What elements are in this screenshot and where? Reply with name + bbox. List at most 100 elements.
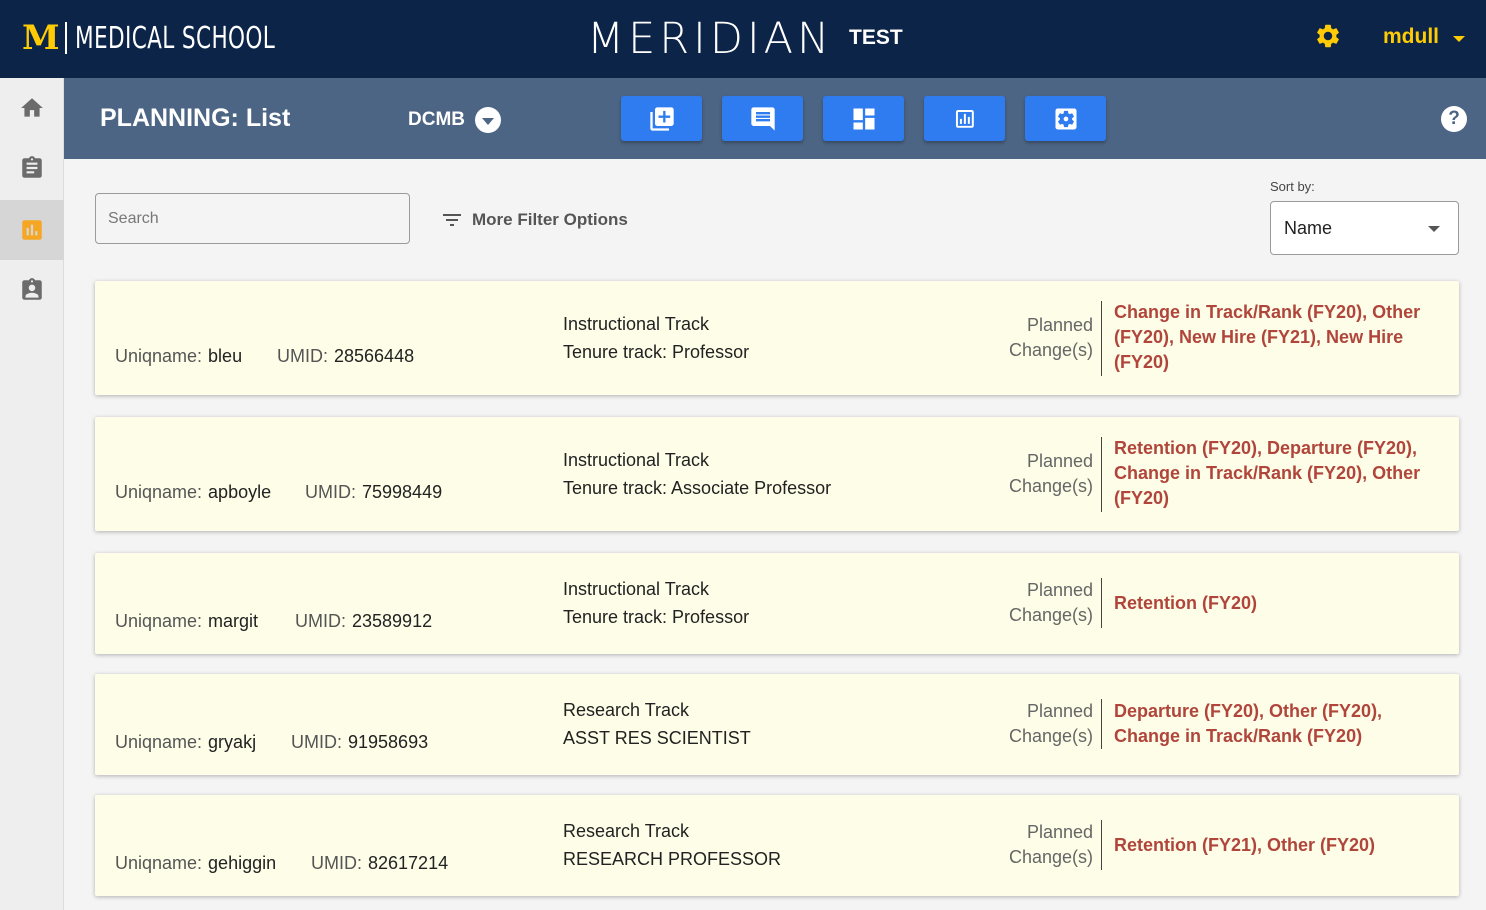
planned-text: Planned xyxy=(1026,580,1093,600)
umid-value: 23589912 xyxy=(352,611,433,631)
track-name: Instructional Track xyxy=(563,450,710,470)
uniqname-field: Uniqname: gryakj xyxy=(115,732,256,753)
add-box-icon xyxy=(649,106,674,131)
planned-changes-label: Planned Change(s) xyxy=(1009,449,1093,499)
sidebar-item-home[interactable] xyxy=(0,78,64,138)
track-name: Instructional Track xyxy=(563,314,710,334)
app-name: MERIDIAN xyxy=(587,14,834,64)
umid-label: UMID: xyxy=(291,732,342,752)
dashboard-icon xyxy=(853,108,874,129)
umid-value: 28566448 xyxy=(334,346,415,366)
divider xyxy=(1101,437,1102,512)
track-info: Instructional Track Tenure track: Profess… xyxy=(563,575,749,631)
settings-box-icon xyxy=(1055,108,1076,129)
rank-name: Tenure track: Professor xyxy=(563,342,750,362)
planned-changes-list: Retention (FY20), Departure (FY20), Chan… xyxy=(1114,438,1421,508)
logo-divider xyxy=(64,22,67,54)
track-info: Instructional Track Tenure track: Profess… xyxy=(563,310,749,366)
chevron-down-icon xyxy=(1453,36,1465,42)
sidebar-item-profiles[interactable] xyxy=(0,260,64,320)
faculty-card[interactable]: Uniqname: margit UMID: 23589912 Instructio… xyxy=(95,553,1459,654)
divider xyxy=(1101,578,1102,628)
uniqname-value: bleu xyxy=(208,346,243,366)
uniqname-value: margit xyxy=(208,611,259,631)
badge-icon xyxy=(22,278,42,300)
settings-gear-icon[interactable] xyxy=(1314,22,1342,50)
user-menu[interactable]: mdull xyxy=(1383,25,1465,49)
umid-label: UMID: xyxy=(277,346,328,366)
track-name: Research Track xyxy=(563,700,690,720)
filter-icon xyxy=(443,214,461,226)
divider xyxy=(1101,301,1102,376)
sort-by-label: Sort by: xyxy=(1270,179,1315,194)
track-info: Research Track ASST RES SCIENTIST xyxy=(563,696,751,752)
changes-text: Change(s) xyxy=(1008,605,1093,625)
track-info: Instructional Track Tenure track: Associa… xyxy=(563,446,831,502)
report-icon xyxy=(955,109,974,128)
track-name: Research Track xyxy=(563,821,690,841)
dashboard-button[interactable] xyxy=(823,96,904,141)
umid-value: 82617214 xyxy=(368,853,449,873)
umid-field: UMID: 75998449 xyxy=(305,482,442,503)
sidebar-item-assignments[interactable] xyxy=(0,138,64,198)
more-filter-options-label: More Filter Options xyxy=(472,210,628,229)
umid-field: UMID: 82617214 xyxy=(311,853,448,874)
more-filter-options-button[interactable]: More Filter Options xyxy=(440,208,628,232)
planned-changes-label: Planned Change(s) xyxy=(1009,699,1093,749)
planned-text: Planned xyxy=(1026,822,1093,842)
help-icon[interactable]: ? xyxy=(1441,106,1467,132)
faculty-card[interactable]: Uniqname: bleu UMID: 28566448 Instructiona… xyxy=(95,281,1459,395)
block-m-logo: M xyxy=(22,18,60,58)
settings-button[interactable] xyxy=(1025,96,1106,141)
uniqname-field: Uniqname: apboyle xyxy=(115,482,271,503)
faculty-card[interactable]: Uniqname: gryakj UMID: 91958693 Research T… xyxy=(95,674,1459,775)
rank-name: RESEARCH PROFESSOR xyxy=(563,849,782,869)
top-navbar: M MEDICAL SCHOOL MERIDIAN TEST mdull xyxy=(0,0,1486,78)
department-selector[interactable]: DCMB xyxy=(408,107,501,133)
planned-text: Planned xyxy=(1026,701,1093,721)
planned-changes-label: Planned Change(s) xyxy=(1009,313,1093,363)
comments-button[interactable] xyxy=(722,96,803,141)
uniqname-value: gryakj xyxy=(208,732,257,752)
search-input[interactable] xyxy=(95,193,410,244)
rank-name: Tenure track: Professor xyxy=(563,607,750,627)
chart-icon xyxy=(22,220,42,240)
planned-changes-label: Planned Change(s) xyxy=(1009,578,1093,628)
uniqname-label: Uniqname: xyxy=(115,853,203,873)
umid-field: UMID: 23589912 xyxy=(295,611,432,632)
sidebar-item-planning[interactable] xyxy=(0,200,64,260)
uniqname-label: Uniqname: xyxy=(115,732,203,752)
changes-text: Change(s) xyxy=(1008,726,1093,746)
sort-by-select[interactable]: Name xyxy=(1270,201,1459,255)
umid-label: UMID: xyxy=(311,853,362,873)
rank-name: ASST RES SCIENTIST xyxy=(563,728,751,748)
planned-changes-list: Retention (FY20) xyxy=(1114,593,1258,613)
uniqname-field: Uniqname: gehiggin xyxy=(115,853,276,874)
rank-name: Tenure track: Associate Professor xyxy=(563,478,832,498)
page-title: PLANNING: List xyxy=(100,104,291,132)
umid-value: 75998449 xyxy=(362,482,443,502)
environment-label: TEST xyxy=(849,26,903,49)
logo-text: MEDICAL SCHOOL xyxy=(74,20,275,56)
comment-icon xyxy=(750,106,775,131)
uniqname-label: Uniqname: xyxy=(115,611,203,631)
planned-changes-list: Departure (FY20), Other (FY20), Change i… xyxy=(1114,701,1383,746)
divider xyxy=(1101,820,1102,870)
umid-label: UMID: xyxy=(305,482,356,502)
add-plan-button[interactable] xyxy=(621,96,702,141)
planned-changes-list: Change in Track/Rank (FY20), Other (FY20… xyxy=(1114,302,1421,372)
changes-text: Change(s) xyxy=(1008,340,1093,360)
track-info: Research Track RESEARCH PROFESSOR xyxy=(563,817,781,873)
changes-text: Change(s) xyxy=(1008,847,1093,867)
dropdown-icon[interactable] xyxy=(475,107,501,133)
username: mdull xyxy=(1383,25,1439,48)
faculty-card[interactable]: Uniqname: apboyle UMID: 75998449 Instructi… xyxy=(95,417,1459,531)
uniqname-field: Uniqname: bleu xyxy=(115,346,242,367)
planned-changes-list: Retention (FY21), Other (FY20) xyxy=(1114,835,1376,855)
medical-school-logo[interactable]: M MEDICAL SCHOOL xyxy=(22,20,353,56)
umid-field: UMID: 28566448 xyxy=(277,346,414,367)
faculty-card[interactable]: Uniqname: gehiggin UMID: 82617214 Research… xyxy=(95,795,1459,896)
divider xyxy=(1101,699,1102,749)
changes-text: Change(s) xyxy=(1008,476,1093,496)
report-button[interactable] xyxy=(924,96,1005,141)
